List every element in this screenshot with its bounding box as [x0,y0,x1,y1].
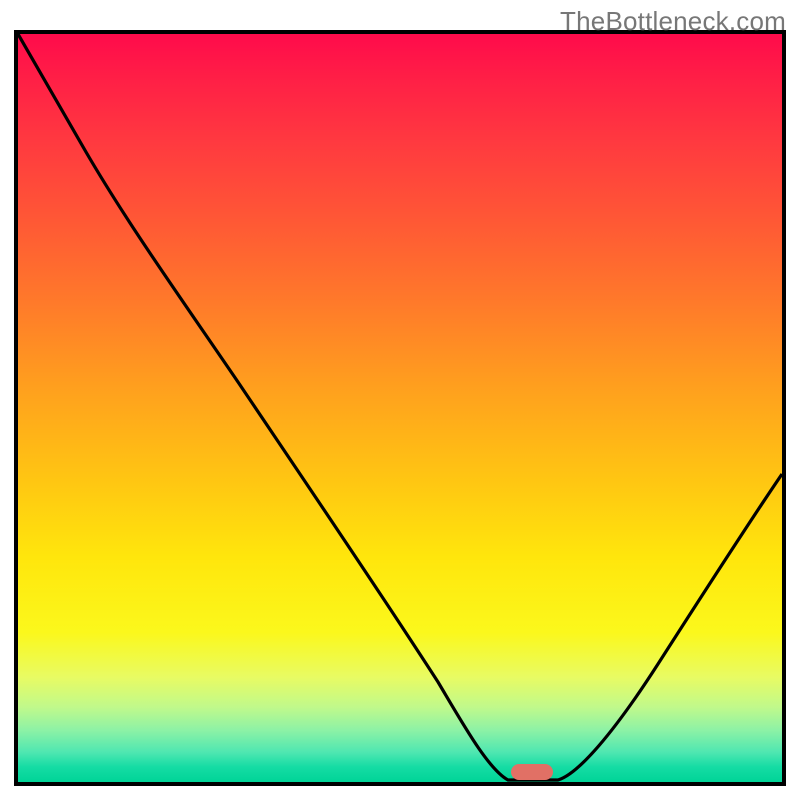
plot-area [14,30,786,786]
optimal-marker [511,764,553,780]
bottleneck-curve [18,34,782,782]
watermark-text: TheBottleneck.com [560,6,786,37]
chart-frame: TheBottleneck.com [0,0,800,800]
curve-path [18,34,782,780]
